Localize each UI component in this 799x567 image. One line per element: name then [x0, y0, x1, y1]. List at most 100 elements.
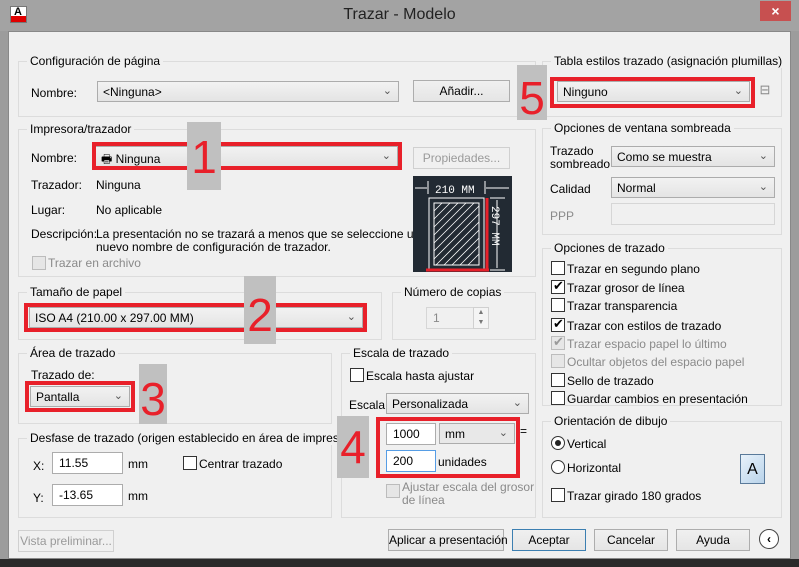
- location-label: Lugar:: [31, 203, 66, 217]
- plot-option-checkbox[interactable]: [551, 354, 565, 368]
- plot-options-legend: Opciones de trazado: [551, 241, 668, 255]
- spin-down-icon[interactable]: ▼: [474, 318, 488, 328]
- plot-option-checkbox[interactable]: [551, 373, 565, 387]
- preview-width-label: 210 MM: [435, 185, 475, 197]
- quality-select[interactable]: Normal ⌄: [611, 177, 775, 198]
- chevron-down-icon: ⌄: [758, 150, 768, 162]
- annotation-box-5: [550, 77, 755, 108]
- shade-plot-label-1: Trazado: [550, 144, 594, 158]
- description-line-2: nuevo nombre de configuración de trazado…: [96, 240, 331, 254]
- edit-plot-style-button[interactable]: ⊟: [755, 82, 775, 102]
- shaded-viewport-legend: Opciones de ventana sombreada: [551, 121, 734, 135]
- offset-y-label: Y:: [33, 491, 44, 505]
- cancel-button[interactable]: Cancelar: [594, 529, 668, 551]
- plot-option-label: Guardar cambios en presentación: [567, 392, 748, 406]
- scale-select[interactable]: Personalizada ⌄: [386, 393, 529, 414]
- add-page-setup-button[interactable]: Añadir...: [413, 80, 510, 102]
- chevron-left-icon: ‹: [767, 532, 771, 546]
- annotation-box-4: [376, 417, 520, 478]
- collapse-options-button[interactable]: ‹: [759, 529, 779, 549]
- title-bar: A Trazar - Modelo ×: [0, 0, 799, 31]
- preview-button[interactable]: Vista preliminar...: [18, 530, 114, 552]
- printer-properties-button[interactable]: Propiedades...: [413, 147, 510, 169]
- annotation-number-1: 1: [187, 122, 221, 190]
- center-plot-checkbox[interactable]: [183, 456, 197, 470]
- copies-input[interactable]: 1: [426, 307, 474, 329]
- fit-to-paper-checkbox[interactable]: [350, 368, 364, 382]
- dpi-label: PPP: [550, 209, 575, 223]
- plot-option-checkbox[interactable]: [551, 298, 565, 312]
- upside-down-label: Trazar girado 180 grados: [567, 489, 702, 503]
- landscape-radio[interactable]: [551, 460, 565, 474]
- scale-lineweights-checkbox[interactable]: [386, 484, 400, 498]
- plot-option-checkbox[interactable]: [551, 261, 565, 275]
- plot-option-checkbox[interactable]: ✔: [551, 278, 565, 294]
- orientation-page-icon: A: [740, 454, 765, 484]
- plot-style-table-legend: Tabla estilos trazado (asignación plumil…: [551, 54, 786, 68]
- plot-option-label: Trazar en segundo plano: [567, 262, 700, 276]
- center-plot-label: Centrar trazado: [199, 457, 283, 471]
- annotation-box-2: [24, 303, 367, 332]
- annotation-number-4: 4: [337, 416, 369, 478]
- offset-y-input[interactable]: -13.65: [52, 484, 123, 506]
- scale-label: Escala:: [349, 398, 389, 412]
- plot-what-label: Trazado de:: [31, 368, 95, 382]
- printer-legend: Impresora/trazador: [27, 122, 135, 136]
- chevron-down-icon: ⌄: [758, 181, 768, 193]
- spin-up-icon[interactable]: ▲: [474, 308, 488, 318]
- page-setup-legend: Configuración de página: [27, 54, 164, 68]
- landscape-label: Horizontal: [567, 461, 622, 475]
- offset-y-unit: mm: [128, 489, 148, 503]
- plotter-label: Trazador:: [31, 178, 82, 192]
- annotation-number-3: 3: [139, 364, 167, 424]
- annotation-box-3: [25, 381, 135, 412]
- plot-option-label: Trazar con estilos de trazado: [567, 319, 722, 333]
- help-button[interactable]: Ayuda: [676, 529, 750, 551]
- upside-down-checkbox[interactable]: [551, 488, 565, 502]
- chevron-down-icon: ⌄: [382, 85, 392, 97]
- plotter-value: Ninguna: [96, 178, 141, 192]
- paper-size-legend: Tamaño de papel: [27, 285, 126, 299]
- offset-x-input[interactable]: 11.55: [52, 452, 123, 474]
- scale-lineweights-label-1: Ajustar escala del grosor: [402, 480, 535, 494]
- dpi-input[interactable]: [611, 203, 775, 225]
- background-taskbar-strip: [0, 559, 799, 567]
- plot-option-label: Sello de trazado: [567, 374, 654, 388]
- shade-plot-label-2: sombreado: [550, 157, 611, 171]
- orientation-letter: A: [747, 461, 758, 478]
- checkmark-icon: ✔: [553, 334, 564, 349]
- page-setup-name-label: Nombre:: [31, 86, 78, 100]
- scale-lineweights-label-2: de línea: [402, 493, 445, 507]
- offset-x-unit: mm: [128, 457, 148, 471]
- page-setup-name-select[interactable]: <Ninguna> ⌄: [97, 81, 399, 102]
- checkmark-icon: ✔: [553, 316, 564, 331]
- equals-sign: =: [520, 424, 528, 438]
- description-label: Descripción:: [31, 227, 98, 241]
- page-setup-name-value: <Ninguna>: [103, 85, 162, 99]
- description-line-1: La presentación no se trazará a menos qu…: [96, 227, 421, 241]
- radio-selected-dot: [555, 440, 561, 446]
- copies-spinner[interactable]: ▲ ▼: [473, 307, 489, 329]
- annotation-number-2: 2: [244, 276, 276, 344]
- annotation-number-5: 5: [517, 65, 547, 121]
- plot-to-file-checkbox[interactable]: [32, 256, 46, 270]
- plot-option-checkbox[interactable]: ✔: [551, 334, 565, 350]
- plot-offset-group: Desfase de trazado (origen establecido e…: [18, 431, 362, 518]
- paper-preview-drawing: 210 MM 297 MM: [415, 181, 509, 272]
- annotation-box-1: [92, 142, 402, 170]
- plot-option-checkbox[interactable]: ✔: [551, 316, 565, 332]
- quality-value: Normal: [617, 181, 656, 195]
- plot-style-editor-icon: ⊟: [759, 82, 771, 97]
- shade-plot-select[interactable]: Como se muestra ⌄: [611, 146, 775, 167]
- apply-to-layout-button[interactable]: Aplicar a presentación: [388, 529, 508, 551]
- close-button[interactable]: ×: [760, 1, 791, 21]
- shade-plot-value: Como se muestra: [617, 150, 712, 164]
- plot-option-checkbox[interactable]: [551, 391, 565, 405]
- portrait-radio[interactable]: [551, 436, 565, 450]
- orientation-legend: Orientación de dibujo: [551, 414, 671, 428]
- ok-button[interactable]: Aceptar: [512, 529, 586, 551]
- plot-option-label: Ocultar objetos del espacio papel: [567, 355, 745, 369]
- plot-option-label: Trazar transparencia: [567, 299, 678, 313]
- scale-value: Personalizada: [392, 397, 469, 411]
- portrait-label: Vertical: [567, 437, 607, 451]
